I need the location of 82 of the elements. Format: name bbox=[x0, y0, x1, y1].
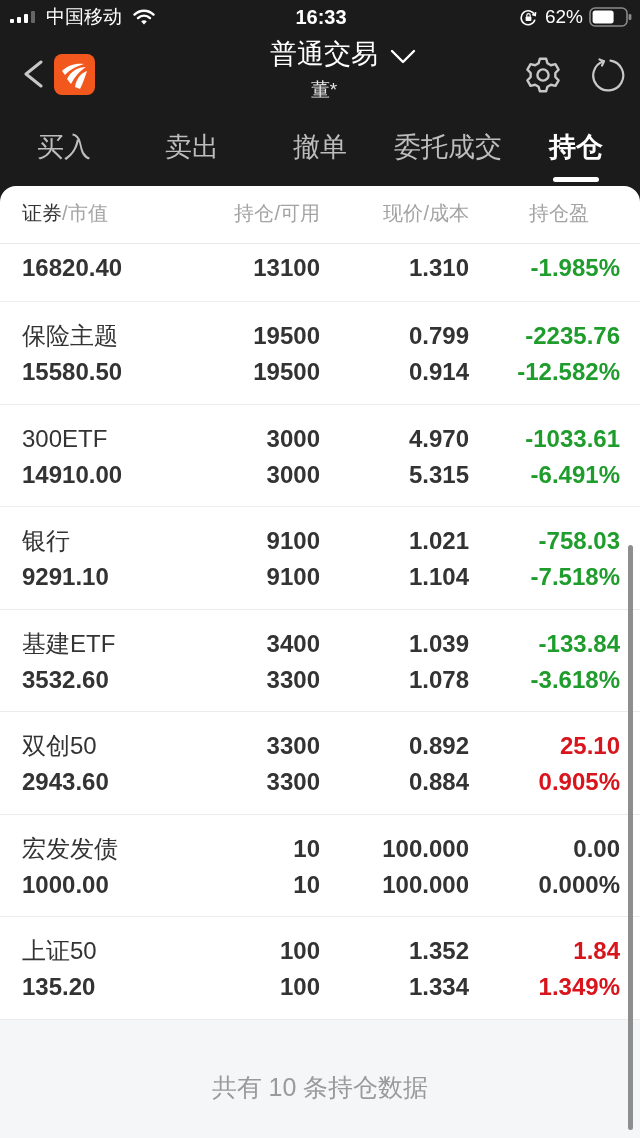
caret-icon[interactable] bbox=[390, 49, 416, 65]
available-quantity: 3300 bbox=[265, 768, 320, 796]
profit-loss-percent: 0.000% bbox=[537, 870, 620, 899]
profit-loss: 0.00 bbox=[572, 834, 620, 863]
settings-icon[interactable] bbox=[524, 56, 562, 94]
market-value: 15580.50 bbox=[22, 358, 124, 386]
position-quantity: 3300 bbox=[265, 732, 320, 760]
cost-price: 5.315 bbox=[407, 460, 469, 489]
available-quantity: 3000 bbox=[265, 460, 320, 489]
battery-percentage: 62% bbox=[544, 5, 583, 29]
current-price: 0.799 bbox=[407, 322, 469, 350]
profit-loss-percent: 0.905% bbox=[537, 768, 620, 796]
cost-price: 1.104 bbox=[407, 563, 469, 591]
signal-icon bbox=[10, 11, 37, 23]
position-quantity: 100 bbox=[278, 937, 320, 965]
security-name: 基建ETF bbox=[22, 628, 117, 659]
market-value: 2943.60 bbox=[22, 768, 110, 796]
profit-loss-percent: -1.985% bbox=[529, 254, 620, 282]
position-quantity: 19500 bbox=[252, 322, 320, 350]
security-name: 银行 bbox=[22, 526, 71, 556]
position-quantity: 10 bbox=[292, 834, 320, 863]
current-price: 4.970 bbox=[407, 424, 469, 453]
security-name: 双创50 bbox=[22, 731, 98, 761]
cost-price: 1.078 bbox=[407, 665, 469, 694]
orientation-lock-icon bbox=[519, 8, 537, 26]
position-quantity: 9100 bbox=[265, 527, 320, 555]
refresh-icon[interactable] bbox=[590, 57, 626, 93]
available-quantity: 19500 bbox=[252, 358, 320, 386]
profit-loss-percent: 1.349% bbox=[537, 973, 620, 1001]
position-quantity: 3000 bbox=[265, 424, 320, 453]
profit-loss: -758.03 bbox=[537, 527, 620, 555]
current-price: 0.892 bbox=[407, 732, 469, 760]
tab-underline bbox=[553, 177, 599, 182]
current-price: 100.000 bbox=[381, 834, 469, 863]
tab[interactable]: 持仓 bbox=[512, 110, 640, 186]
tab[interactable]: 委托成交 bbox=[384, 110, 512, 186]
profit-loss: -133.84 bbox=[537, 629, 620, 658]
tab[interactable]: 买入 bbox=[0, 110, 128, 186]
market-value: 16820.40 bbox=[22, 254, 124, 282]
clock-time: 16:33 bbox=[295, 5, 347, 29]
app-logo-icon bbox=[54, 53, 95, 95]
summary-text: 共有 10 条持仓数据 bbox=[211, 1071, 429, 1102]
cost-price: 0.884 bbox=[407, 768, 469, 796]
market-value: 1000.00 bbox=[22, 870, 110, 899]
market-value: 9291.10 bbox=[22, 563, 110, 591]
available-quantity: 100 bbox=[278, 973, 320, 1001]
cost-price: 100.000 bbox=[381, 870, 469, 899]
security-name: 300ETF bbox=[22, 424, 109, 453]
cost-price: 1.310 bbox=[407, 254, 469, 282]
profit-loss: -2235.76 bbox=[524, 322, 620, 350]
profit-loss: -1033.61 bbox=[524, 424, 620, 453]
available-quantity: 10 bbox=[292, 870, 320, 899]
page-title[interactable]: 普通交易 bbox=[270, 37, 378, 71]
current-price: 1.352 bbox=[407, 937, 469, 965]
tab[interactable]: 卖出 bbox=[128, 110, 256, 186]
profit-loss: 25.10 bbox=[558, 732, 620, 760]
profit-loss-percent: -7.518% bbox=[529, 563, 620, 591]
cost-price: 1.334 bbox=[407, 973, 469, 1001]
column-header[interactable]: 证券/市值 bbox=[22, 199, 200, 226]
available-quantity: 13100 bbox=[252, 254, 320, 282]
security-name: 上证50 bbox=[22, 936, 98, 966]
cost-price: 0.914 bbox=[407, 358, 469, 386]
market-value: 3532.60 bbox=[22, 665, 110, 694]
current-price: 1.021 bbox=[407, 527, 469, 555]
available-quantity: 3300 bbox=[265, 665, 320, 694]
available-quantity: 9100 bbox=[265, 563, 320, 591]
profit-loss: 1.84 bbox=[572, 937, 620, 965]
wifi-icon bbox=[133, 9, 155, 25]
security-name: 宏发发债 bbox=[22, 833, 119, 864]
profit-loss-percent: -3.618% bbox=[529, 665, 620, 694]
current-price: 1.039 bbox=[407, 629, 469, 658]
profit-loss-percent: -12.582% bbox=[516, 358, 620, 386]
market-value: 14910.00 bbox=[22, 460, 124, 489]
account-name: 董* bbox=[310, 78, 338, 102]
position-quantity: 3400 bbox=[265, 629, 320, 658]
profit-loss-percent: -6.491% bbox=[529, 460, 620, 489]
market-value: 135.20 bbox=[22, 973, 97, 1001]
carrier-name: 中国移动 bbox=[46, 5, 122, 29]
tab[interactable]: 撤单 bbox=[256, 110, 384, 186]
security-name: 保险主题 bbox=[22, 321, 119, 351]
battery-icon bbox=[589, 7, 632, 27]
back-icon[interactable] bbox=[22, 60, 44, 88]
